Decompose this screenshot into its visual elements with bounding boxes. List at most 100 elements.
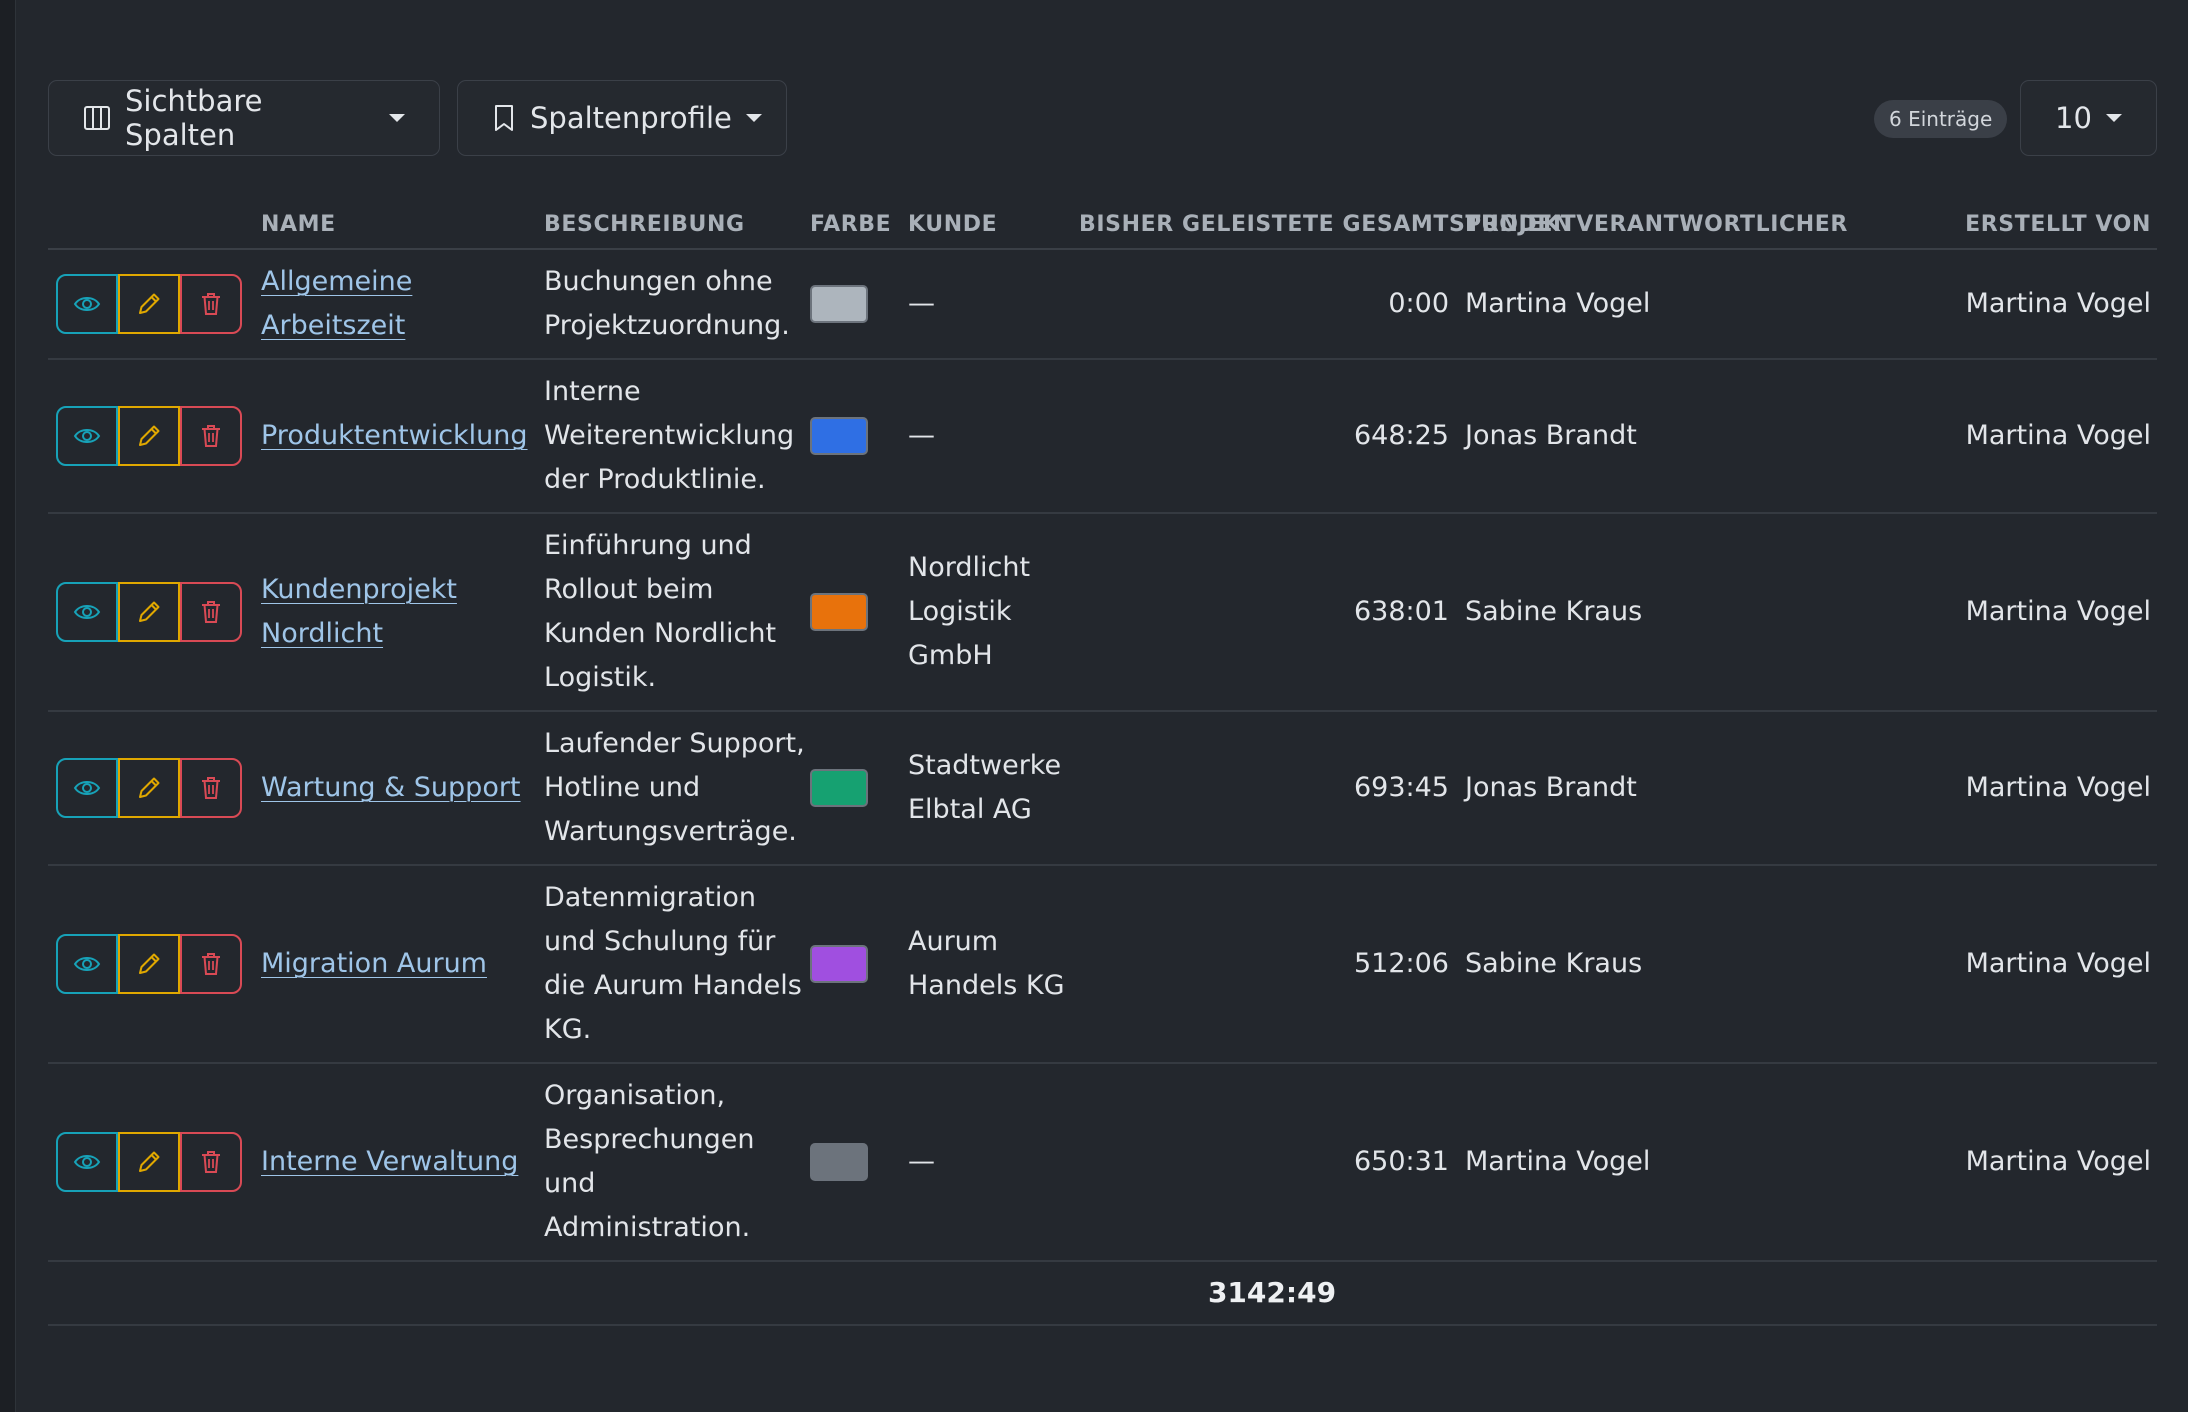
header-responsible[interactable]: PROJEKTVERANTWORTLICHER — [1465, 200, 1863, 250]
project-color-cell — [810, 249, 908, 360]
table-row: Interne Verwaltung Organisation, Besprec… — [48, 1063, 2157, 1262]
table-footer-row: 3142:49 — [48, 1261, 2157, 1326]
trash-icon — [202, 601, 220, 623]
project-name-link[interactable]: Allgemeine Arbeitszeit — [261, 266, 412, 341]
table-toolbar: Sichtbare Spalten Spaltenprofile 6 Eintr… — [48, 0, 2157, 200]
edit-button[interactable] — [118, 582, 180, 642]
delete-button[interactable] — [180, 274, 242, 334]
row-actions — [48, 865, 261, 1064]
project-total-hours: 693:45 — [1079, 711, 1465, 866]
row-actions — [48, 359, 261, 514]
project-name-link[interactable]: Migration Aurum — [261, 948, 487, 979]
project-color-cell — [810, 513, 908, 712]
delete-button[interactable] — [180, 758, 242, 818]
project-name-cell: Interne Verwaltung — [261, 1063, 544, 1262]
project-responsible: Martina Vogel — [1465, 249, 1863, 360]
projects-table: NAME BESCHREIBUNG FARBE KUNDE BISHER GEL… — [48, 200, 2157, 1326]
project-total-hours: 0:00 — [1079, 249, 1465, 360]
delete-button[interactable] — [180, 1132, 242, 1192]
view-button[interactable] — [56, 934, 118, 994]
project-created-by: Martina Vogel — [1863, 513, 2157, 712]
project-color-cell — [810, 711, 908, 866]
bookmark-icon — [495, 105, 513, 131]
eye-icon — [73, 781, 101, 795]
column-profiles-label: Spaltenprofile — [530, 101, 732, 135]
header-color[interactable]: FARBE — [810, 200, 908, 250]
header-total-hours[interactable]: BISHER GELEISTETE GESAMTSTUNDEN — [1079, 200, 1571, 250]
project-client: — — [908, 359, 1079, 514]
view-button[interactable] — [56, 582, 118, 642]
color-swatch — [810, 769, 868, 807]
color-swatch — [810, 285, 868, 323]
table-row: Kundenprojekt Nordlicht Einführung und R… — [48, 513, 2157, 712]
project-responsible: Sabine Kraus — [1465, 513, 1863, 712]
project-name-link[interactable]: Interne Verwaltung — [261, 1146, 518, 1177]
project-total-hours: 648:25 — [1079, 359, 1465, 514]
pencil-icon — [139, 777, 160, 798]
project-name-cell: Produktentwicklung — [261, 359, 544, 514]
page-size-dropdown[interactable]: 10 — [2020, 80, 2157, 156]
visible-columns-dropdown[interactable]: Sichtbare Spalten — [48, 80, 440, 156]
project-name-cell: Kundenprojekt Nordlicht — [261, 513, 544, 712]
header-description[interactable]: BESCHREIBUNG — [544, 200, 810, 250]
project-name-link[interactable]: Wartung & Support — [261, 772, 521, 803]
table-header-row: NAME BESCHREIBUNG FARBE KUNDE BISHER GEL… — [48, 200, 2157, 250]
project-total-hours: 638:01 — [1079, 513, 1465, 712]
project-name-link[interactable]: Produktentwicklung — [261, 420, 528, 451]
project-created-by: Martina Vogel — [1863, 249, 2157, 360]
color-swatch — [810, 1143, 868, 1181]
header-name[interactable]: NAME — [261, 200, 544, 250]
row-actions — [48, 249, 261, 360]
project-name-cell: Allgemeine Arbeitszeit — [261, 249, 544, 360]
header-created-by[interactable]: ERSTELLT VON — [1863, 200, 2157, 250]
view-button[interactable] — [56, 1132, 118, 1192]
project-description: Laufender Support, Hotline und Wartungsv… — [544, 711, 810, 866]
pencil-icon — [139, 953, 160, 974]
project-name-link[interactable]: Kundenprojekt Nordlicht — [261, 574, 457, 649]
trash-icon — [202, 777, 220, 799]
project-name-cell: Migration Aurum — [261, 865, 544, 1064]
project-created-by: Martina Vogel — [1863, 711, 2157, 866]
project-responsible: Jonas Brandt — [1465, 711, 1863, 866]
view-button[interactable] — [56, 758, 118, 818]
view-button[interactable] — [56, 406, 118, 466]
eye-icon — [73, 429, 101, 443]
edit-button[interactable] — [118, 406, 180, 466]
delete-button[interactable] — [180, 582, 242, 642]
project-client: Aurum Handels KG — [908, 865, 1079, 1064]
project-color-cell — [810, 359, 908, 514]
color-swatch — [810, 593, 868, 631]
view-button[interactable] — [56, 274, 118, 334]
header-client[interactable]: KUNDE — [908, 200, 1079, 250]
eye-icon — [73, 1155, 101, 1169]
project-description: Buchungen ohne Projektzuordnung. — [544, 249, 810, 360]
project-client: — — [908, 1063, 1079, 1262]
table-row: Produktentwicklung Interne Weiterentwick… — [48, 359, 2157, 514]
table-body: Allgemeine Arbeitszeit Buchungen ohne Pr… — [48, 249, 2157, 1262]
project-responsible: Jonas Brandt — [1465, 359, 1863, 514]
eye-icon — [73, 297, 101, 311]
edit-button[interactable] — [118, 274, 180, 334]
total-hours-sum: 3142:49 — [1079, 1261, 1465, 1326]
row-actions — [48, 513, 261, 712]
projects-table-panel: Sichtbare Spalten Spaltenprofile 6 Eintr… — [48, 0, 2157, 1326]
page-size-value: 10 — [2055, 101, 2092, 135]
color-swatch — [810, 417, 868, 455]
delete-button[interactable] — [180, 934, 242, 994]
sidebar-edge — [0, 0, 16, 1412]
edit-button[interactable] — [118, 934, 180, 994]
project-description: Interne Weiterentwicklung der Produktlin… — [544, 359, 810, 514]
row-actions — [48, 711, 261, 866]
edit-button[interactable] — [118, 1132, 180, 1192]
trash-icon — [202, 425, 220, 447]
eye-icon — [73, 957, 101, 971]
project-client: Nordlicht Logistik GmbH — [908, 513, 1079, 712]
eye-icon — [73, 605, 101, 619]
project-responsible: Martina Vogel — [1465, 1063, 1863, 1262]
column-profiles-dropdown[interactable]: Spaltenprofile — [457, 80, 787, 156]
delete-button[interactable] — [180, 406, 242, 466]
project-total-hours: 512:06 — [1079, 865, 1465, 1064]
edit-button[interactable] — [118, 758, 180, 818]
pencil-icon — [139, 425, 160, 446]
row-actions — [48, 1063, 261, 1262]
